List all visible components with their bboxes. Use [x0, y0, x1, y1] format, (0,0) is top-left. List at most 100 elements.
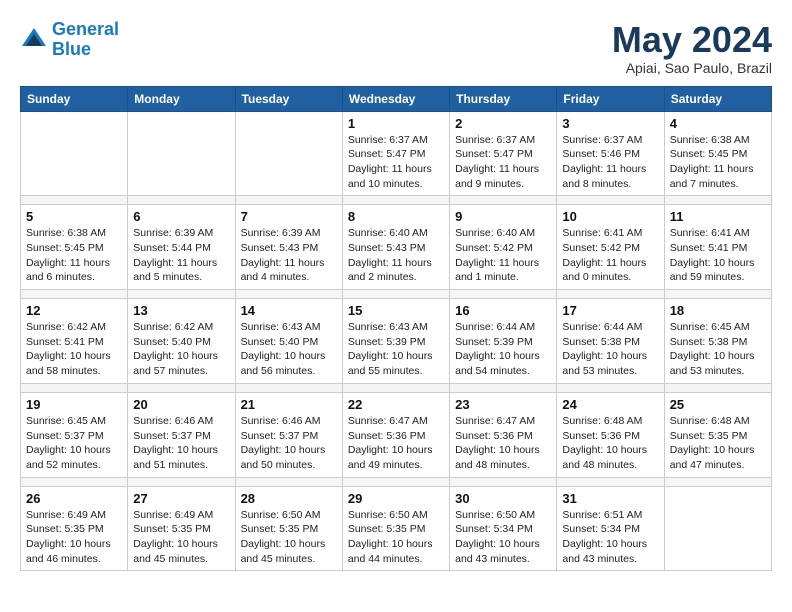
day-number: 22	[348, 397, 444, 412]
weekday-header-sunday: Sunday	[21, 86, 128, 111]
day-number: 2	[455, 116, 551, 131]
day-info: Sunrise: 6:39 AM Sunset: 5:43 PM Dayligh…	[241, 226, 337, 285]
day-info: Sunrise: 6:48 AM Sunset: 5:36 PM Dayligh…	[562, 414, 658, 473]
day-info: Sunrise: 6:41 AM Sunset: 5:42 PM Dayligh…	[562, 226, 658, 285]
day-cell: 28 Sunrise: 6:50 AM Sunset: 5:35 PM Dayli…	[235, 486, 342, 571]
day-cell: 10 Sunrise: 6:41 AM Sunset: 5:42 PM Dayli…	[557, 205, 664, 290]
day-cell: 22Sunrise: 6:47 AM Sunset: 5:36 PM Dayli…	[342, 392, 449, 477]
day-number: 8	[348, 209, 444, 224]
week-row-2: 5 Sunrise: 6:38 AM Sunset: 5:45 PM Daylig…	[21, 205, 772, 290]
day-cell: 1 Sunrise: 6:37 AM Sunset: 5:47 PM Daylig…	[342, 111, 449, 196]
day-number: 11	[670, 209, 766, 224]
day-cell: 4 Sunrise: 6:38 AM Sunset: 5:45 PM Daylig…	[664, 111, 771, 196]
day-info: Sunrise: 6:50 AM Sunset: 5:35 PM Dayligh…	[348, 508, 444, 567]
day-cell: 12Sunrise: 6:42 AM Sunset: 5:41 PM Dayli…	[21, 299, 128, 384]
weekday-header-friday: Friday	[557, 86, 664, 111]
day-number: 31	[562, 491, 658, 506]
day-cell: 8 Sunrise: 6:40 AM Sunset: 5:43 PM Daylig…	[342, 205, 449, 290]
day-cell: 18 Sunrise: 6:45 AM Sunset: 5:38 PM Dayli…	[664, 299, 771, 384]
day-number: 7	[241, 209, 337, 224]
day-number: 29	[348, 491, 444, 506]
day-info: Sunrise: 6:38 AM Sunset: 5:45 PM Dayligh…	[670, 133, 766, 192]
day-number: 21	[241, 397, 337, 412]
week-row-1: 1 Sunrise: 6:37 AM Sunset: 5:47 PM Daylig…	[21, 111, 772, 196]
day-number: 30	[455, 491, 551, 506]
day-info: Sunrise: 6:37 AM Sunset: 5:47 PM Dayligh…	[348, 133, 444, 192]
logo-line2: Blue	[52, 39, 91, 59]
day-info: Sunrise: 6:48 AM Sunset: 5:35 PM Dayligh…	[670, 414, 766, 473]
day-info: Sunrise: 6:38 AM Sunset: 5:45 PM Dayligh…	[26, 226, 122, 285]
day-cell: 20Sunrise: 6:46 AM Sunset: 5:37 PM Dayli…	[128, 392, 235, 477]
week-row-5: 26Sunrise: 6:49 AM Sunset: 5:35 PM Dayli…	[21, 486, 772, 571]
day-cell: 13 Sunrise: 6:42 AM Sunset: 5:40 PM Dayli…	[128, 299, 235, 384]
day-info: Sunrise: 6:37 AM Sunset: 5:47 PM Dayligh…	[455, 133, 551, 192]
day-info: Sunrise: 6:43 AM Sunset: 5:40 PM Dayligh…	[241, 320, 337, 379]
logo-line1: General	[52, 19, 119, 39]
day-cell: 14 Sunrise: 6:43 AM Sunset: 5:40 PM Dayli…	[235, 299, 342, 384]
day-info: Sunrise: 6:40 AM Sunset: 5:42 PM Dayligh…	[455, 226, 551, 285]
week-separator	[21, 383, 772, 392]
day-info: Sunrise: 6:40 AM Sunset: 5:43 PM Dayligh…	[348, 226, 444, 285]
day-cell: 19 Sunrise: 6:45 AM Sunset: 5:37 PM Dayli…	[21, 392, 128, 477]
day-cell	[21, 111, 128, 196]
day-number: 27	[133, 491, 229, 506]
weekday-header-wednesday: Wednesday	[342, 86, 449, 111]
day-cell	[235, 111, 342, 196]
day-number: 14	[241, 303, 337, 318]
day-number: 4	[670, 116, 766, 131]
day-number: 9	[455, 209, 551, 224]
day-cell: 5 Sunrise: 6:38 AM Sunset: 5:45 PM Daylig…	[21, 205, 128, 290]
day-number: 13	[133, 303, 229, 318]
day-cell: 21 Sunrise: 6:46 AM Sunset: 5:37 PM Dayli…	[235, 392, 342, 477]
day-info: Sunrise: 6:49 AM Sunset: 5:35 PM Dayligh…	[133, 508, 229, 567]
page-header: General Blue May 2024 Apiai, Sao Paulo, …	[20, 20, 772, 76]
calendar-table: SundayMondayTuesdayWednesdayThursdayFrid…	[20, 86, 772, 572]
day-number: 17	[562, 303, 658, 318]
weekday-header-row: SundayMondayTuesdayWednesdayThursdayFrid…	[21, 86, 772, 111]
title-block: May 2024 Apiai, Sao Paulo, Brazil	[612, 20, 772, 76]
day-info: Sunrise: 6:43 AM Sunset: 5:39 PM Dayligh…	[348, 320, 444, 379]
weekday-header-saturday: Saturday	[664, 86, 771, 111]
day-number: 19	[26, 397, 122, 412]
weekday-header-thursday: Thursday	[450, 86, 557, 111]
day-number: 28	[241, 491, 337, 506]
day-cell: 11 Sunrise: 6:41 AM Sunset: 5:41 PM Dayli…	[664, 205, 771, 290]
day-info: Sunrise: 6:41 AM Sunset: 5:41 PM Dayligh…	[670, 226, 766, 285]
weekday-header-monday: Monday	[128, 86, 235, 111]
day-cell: 7 Sunrise: 6:39 AM Sunset: 5:43 PM Daylig…	[235, 205, 342, 290]
day-number: 24	[562, 397, 658, 412]
day-info: Sunrise: 6:45 AM Sunset: 5:38 PM Dayligh…	[670, 320, 766, 379]
day-number: 10	[562, 209, 658, 224]
day-cell: 30 Sunrise: 6:50 AM Sunset: 5:34 PM Dayli…	[450, 486, 557, 571]
day-number: 23	[455, 397, 551, 412]
day-cell: 17Sunrise: 6:44 AM Sunset: 5:38 PM Dayli…	[557, 299, 664, 384]
day-number: 1	[348, 116, 444, 131]
day-number: 5	[26, 209, 122, 224]
day-number: 16	[455, 303, 551, 318]
day-info: Sunrise: 6:49 AM Sunset: 5:35 PM Dayligh…	[26, 508, 122, 567]
day-info: Sunrise: 6:42 AM Sunset: 5:40 PM Dayligh…	[133, 320, 229, 379]
day-cell: 15 Sunrise: 6:43 AM Sunset: 5:39 PM Dayli…	[342, 299, 449, 384]
day-cell: 29 Sunrise: 6:50 AM Sunset: 5:35 PM Dayli…	[342, 486, 449, 571]
logo: General Blue	[20, 20, 119, 60]
day-number: 18	[670, 303, 766, 318]
week-separator	[21, 477, 772, 486]
day-cell: 24 Sunrise: 6:48 AM Sunset: 5:36 PM Dayli…	[557, 392, 664, 477]
day-info: Sunrise: 6:46 AM Sunset: 5:37 PM Dayligh…	[241, 414, 337, 473]
day-number: 3	[562, 116, 658, 131]
day-info: Sunrise: 6:50 AM Sunset: 5:34 PM Dayligh…	[455, 508, 551, 567]
day-number: 15	[348, 303, 444, 318]
month-title: May 2024	[612, 20, 772, 60]
day-info: Sunrise: 6:45 AM Sunset: 5:37 PM Dayligh…	[26, 414, 122, 473]
weekday-header-tuesday: Tuesday	[235, 86, 342, 111]
day-cell: 2 Sunrise: 6:37 AM Sunset: 5:47 PM Daylig…	[450, 111, 557, 196]
day-info: Sunrise: 6:46 AM Sunset: 5:37 PM Dayligh…	[133, 414, 229, 473]
day-cell: 23Sunrise: 6:47 AM Sunset: 5:36 PM Dayli…	[450, 392, 557, 477]
day-info: Sunrise: 6:39 AM Sunset: 5:44 PM Dayligh…	[133, 226, 229, 285]
day-cell: 6Sunrise: 6:39 AM Sunset: 5:44 PM Daylig…	[128, 205, 235, 290]
day-cell: 25Sunrise: 6:48 AM Sunset: 5:35 PM Dayli…	[664, 392, 771, 477]
day-cell	[128, 111, 235, 196]
day-number: 12	[26, 303, 122, 318]
week-separator	[21, 290, 772, 299]
day-info: Sunrise: 6:50 AM Sunset: 5:35 PM Dayligh…	[241, 508, 337, 567]
